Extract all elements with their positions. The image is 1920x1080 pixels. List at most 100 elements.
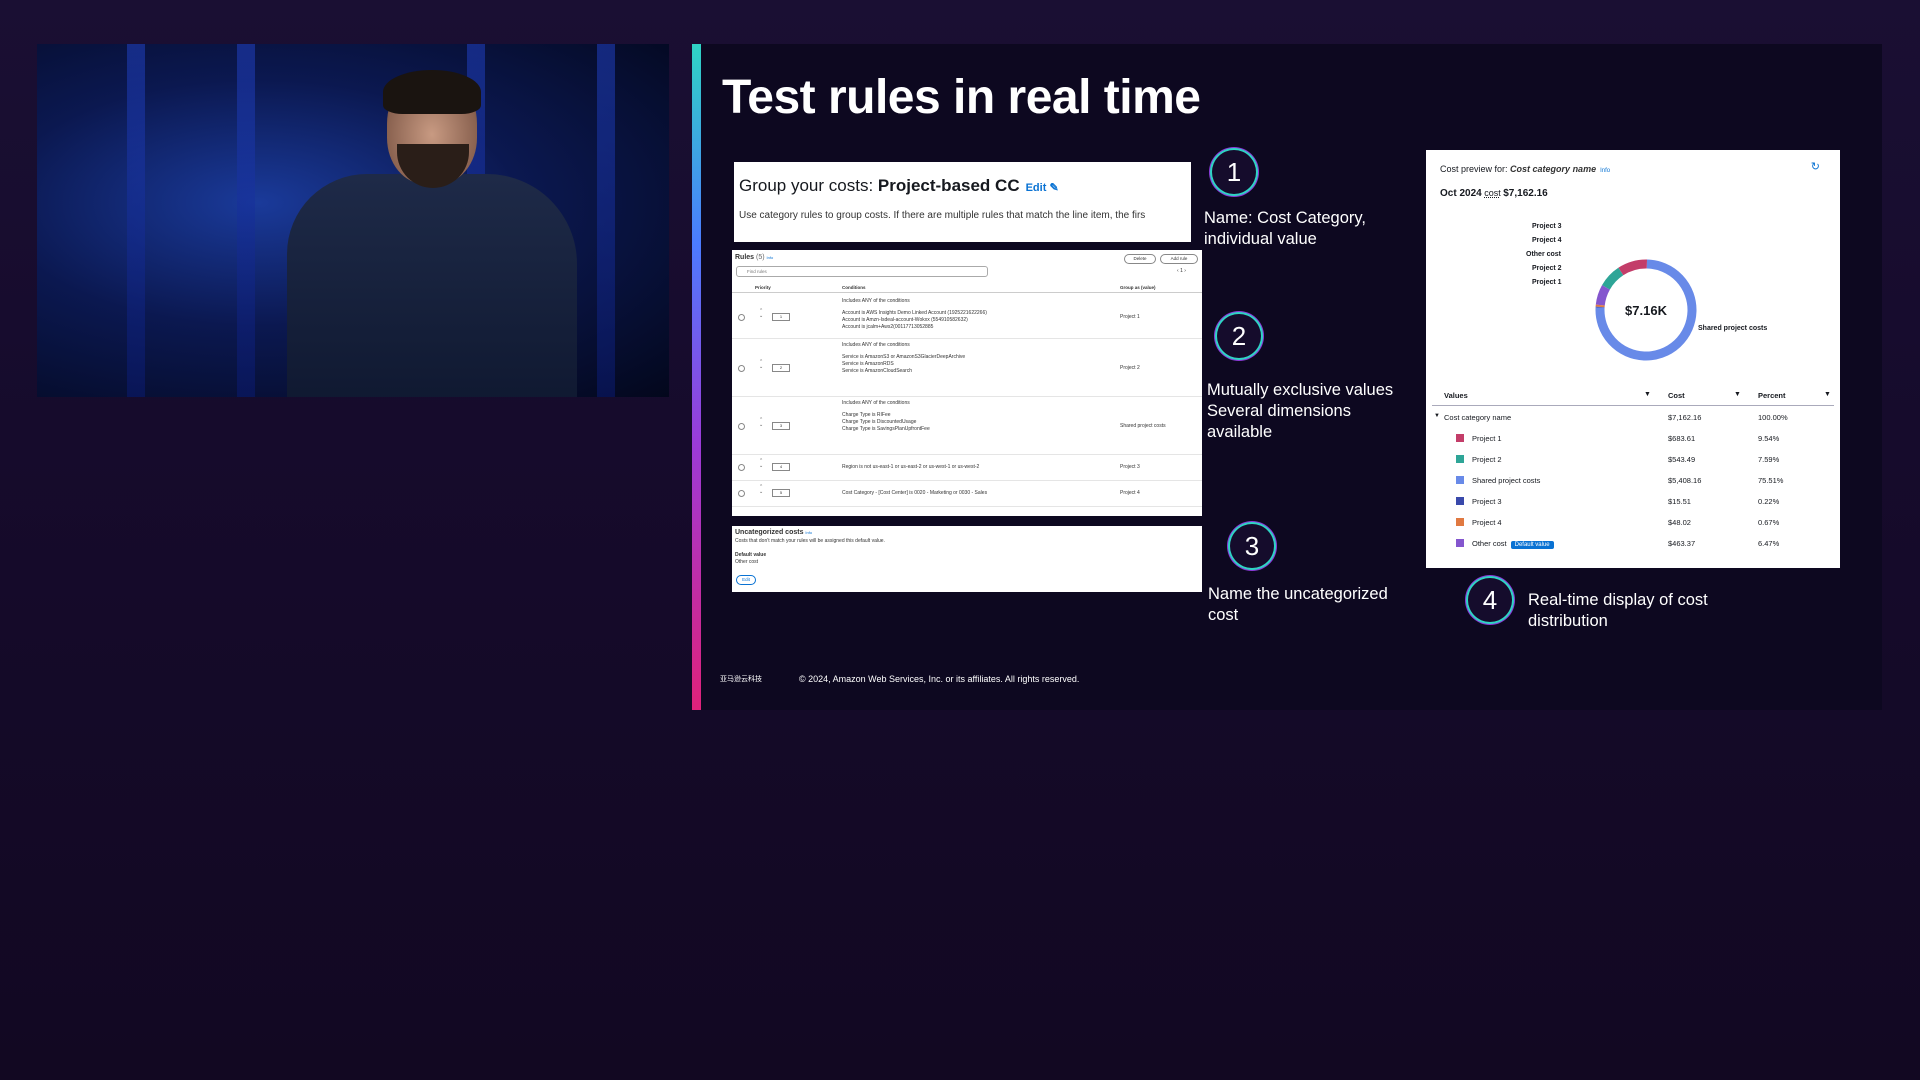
step-3-badge: 3 xyxy=(1230,524,1274,568)
table-header: Values ▼ Cost ▼ Percent ▼ xyxy=(1432,385,1834,406)
speaker xyxy=(277,70,577,397)
speaker-hair xyxy=(383,70,481,114)
row-percent: 7.59% xyxy=(1758,455,1780,464)
row-percent: 0.67% xyxy=(1758,518,1780,527)
row-cost: $5,408.16 xyxy=(1668,476,1702,485)
header-divider xyxy=(732,292,1202,293)
row-cost: $15.51 xyxy=(1668,497,1691,506)
table-row-root[interactable]: ▼ Cost category name $7,162.16 100.00% xyxy=(1432,407,1834,427)
refresh-icon[interactable]: ↻ xyxy=(1811,160,1820,173)
speaker-body xyxy=(287,174,577,397)
row-radio[interactable] xyxy=(738,314,745,321)
color-swatch xyxy=(1456,455,1464,463)
row-radio[interactable] xyxy=(738,490,745,497)
collapse-icon[interactable]: ▼ xyxy=(1434,413,1440,419)
rule-conditions: Region is not us-east-1 or us-east-2 or … xyxy=(842,464,980,470)
default-value-badge: Default value xyxy=(1510,541,1554,549)
uncategorized-card: Uncategorized costs Info Costs that don'… xyxy=(732,526,1202,592)
reorder-arrows-icon[interactable]: ⌃ ⌄ xyxy=(759,459,763,469)
row-radio[interactable] xyxy=(738,464,745,471)
default-value-label: Default value xyxy=(735,552,767,558)
color-swatch xyxy=(1456,476,1464,484)
table-row[interactable]: Other cost Default value $463.37 6.47% xyxy=(1432,533,1834,553)
sort-icon[interactable]: ▼ xyxy=(1734,391,1741,398)
priority-field[interactable]: 2 xyxy=(772,364,790,372)
color-swatch xyxy=(1456,434,1464,442)
legend-label-project-3: Project 3 xyxy=(1532,223,1562,230)
donut-slice-project-2[interactable] xyxy=(1602,267,1624,290)
row-name: Project 4 xyxy=(1472,518,1502,527)
table-row[interactable]: Project 2 $543.49 7.59% xyxy=(1432,449,1834,469)
color-swatch xyxy=(1456,518,1464,526)
donut-slice-project-1[interactable] xyxy=(1618,259,1648,276)
legend-label-project-4: Project 4 xyxy=(1532,237,1562,244)
table-row[interactable]: Project 4 $48.02 0.67% xyxy=(1432,512,1834,532)
row-cost: $48.02 xyxy=(1668,518,1691,527)
reorder-arrows-icon[interactable]: ⌃ ⌄ xyxy=(759,485,763,495)
group-costs-card: Group your costs: Project-based CC Edit ✎… xyxy=(734,162,1191,242)
add-rule-button[interactable]: Add rule xyxy=(1160,254,1198,264)
row-name: Project 3 xyxy=(1472,497,1502,506)
default-value: Other cost xyxy=(735,559,759,565)
cost-category-name: Project-based CC xyxy=(877,176,1020,195)
row-percent: 9.54% xyxy=(1758,434,1780,443)
row-cost: $683.61 xyxy=(1668,434,1696,443)
accent-bar xyxy=(692,44,701,710)
donut-slice-other-cost[interactable] xyxy=(1595,285,1610,306)
sort-icon[interactable]: ▼ xyxy=(1824,391,1831,398)
rule-row[interactable]: ⌃ ⌄ 2 Includes ANY of the conditions Serv… xyxy=(732,338,1202,397)
priority-field[interactable]: 4 xyxy=(772,463,790,471)
edit-name-link[interactable]: Edit ✎ xyxy=(1026,182,1059,194)
uncategorized-title: Uncategorized costs Info xyxy=(735,529,813,536)
rule-row[interactable]: ⌃ ⌄ 3 Includes ANY of the conditions Char… xyxy=(732,396,1202,455)
priority-field[interactable]: 1 xyxy=(772,313,790,321)
sort-icon[interactable]: ▼ xyxy=(1644,391,1651,398)
step-2-badge: 2 xyxy=(1217,314,1261,358)
row-percent: 0.22% xyxy=(1758,497,1780,506)
row-percent: 6.47% xyxy=(1758,539,1780,548)
donut-center-label: $7.16K xyxy=(1625,303,1668,318)
row-radio[interactable] xyxy=(738,423,745,430)
priority-field[interactable]: 3 xyxy=(772,422,790,430)
step-2-caption: Mutually exclusive values Several dimensi… xyxy=(1207,381,1394,441)
rule-conditions: Includes ANY of the conditions Charge Ty… xyxy=(842,400,930,432)
rules-search-input[interactable]: Find rules xyxy=(736,266,988,277)
priority-field[interactable]: 5 xyxy=(772,489,790,497)
step-3-caption: Name the uncategorized cost xyxy=(1208,585,1388,624)
speaker-video xyxy=(37,44,669,397)
table-row[interactable]: Project 3 $15.51 0.22% xyxy=(1432,491,1834,511)
stage-light xyxy=(127,44,145,397)
table-row[interactable]: Shared project costs $5,408.16 75.51% xyxy=(1432,470,1834,490)
rule-row[interactable]: ⌃ ⌄ 4 Region is not us-east-1 or us-east-… xyxy=(732,454,1202,481)
rules-title: Rules (5) Info xyxy=(735,254,774,261)
reorder-arrows-icon[interactable]: ⌃ ⌄ xyxy=(759,360,763,370)
pagination[interactable]: ‹ 1 › xyxy=(1177,268,1186,274)
edit-default-button[interactable]: Edit xyxy=(736,575,756,585)
delete-rule-button[interactable]: Delete xyxy=(1124,254,1156,264)
row-percent: 75.51% xyxy=(1758,476,1784,485)
rule-conditions: Includes ANY of the conditions Account i… xyxy=(842,298,987,330)
table-row[interactable]: Project 1 $683.61 9.54% xyxy=(1432,428,1834,448)
col-priority: Priority xyxy=(755,285,771,290)
rule-group-value: Shared project costs xyxy=(1120,423,1166,429)
group-costs-description: Use category rules to group costs. If th… xyxy=(739,210,1146,221)
step-1-badge: 1 xyxy=(1212,150,1256,194)
color-swatch xyxy=(1456,539,1464,547)
cost-preview-label: Cost preview for: Cost category name Info xyxy=(1440,164,1611,174)
rule-group-value: Project 3 xyxy=(1120,464,1140,470)
rule-row[interactable]: ⌃ ⌄ 1 Includes ANY of the conditions Acco… xyxy=(732,294,1202,339)
rules-card: Rules (5) Info Delete Add rule Find rule… xyxy=(732,250,1202,516)
reorder-arrows-icon[interactable]: ⌃ ⌄ xyxy=(759,309,763,319)
step-4-badge: 4 xyxy=(1468,578,1512,622)
row-name: Other cost Default value xyxy=(1472,539,1554,549)
rule-row[interactable]: ⌃ ⌄ 5 Cost Category - [Cost Center] is 00… xyxy=(732,480,1202,507)
legend-label-project-1: Project 1 xyxy=(1532,279,1562,286)
row-name: Project 2 xyxy=(1472,455,1502,464)
slide-title: Test rules in real time xyxy=(722,71,1201,124)
legend-label-other-cost: Other cost xyxy=(1526,251,1562,258)
reorder-arrows-icon[interactable]: ⌃ ⌄ xyxy=(759,418,763,428)
row-radio[interactable] xyxy=(738,365,745,372)
col-group: Group as (value) xyxy=(1120,285,1156,290)
rule-group-value: Project 2 xyxy=(1120,365,1140,371)
group-costs-heading: Group your costs: Project-based CC Edit ✎ xyxy=(739,176,1059,195)
